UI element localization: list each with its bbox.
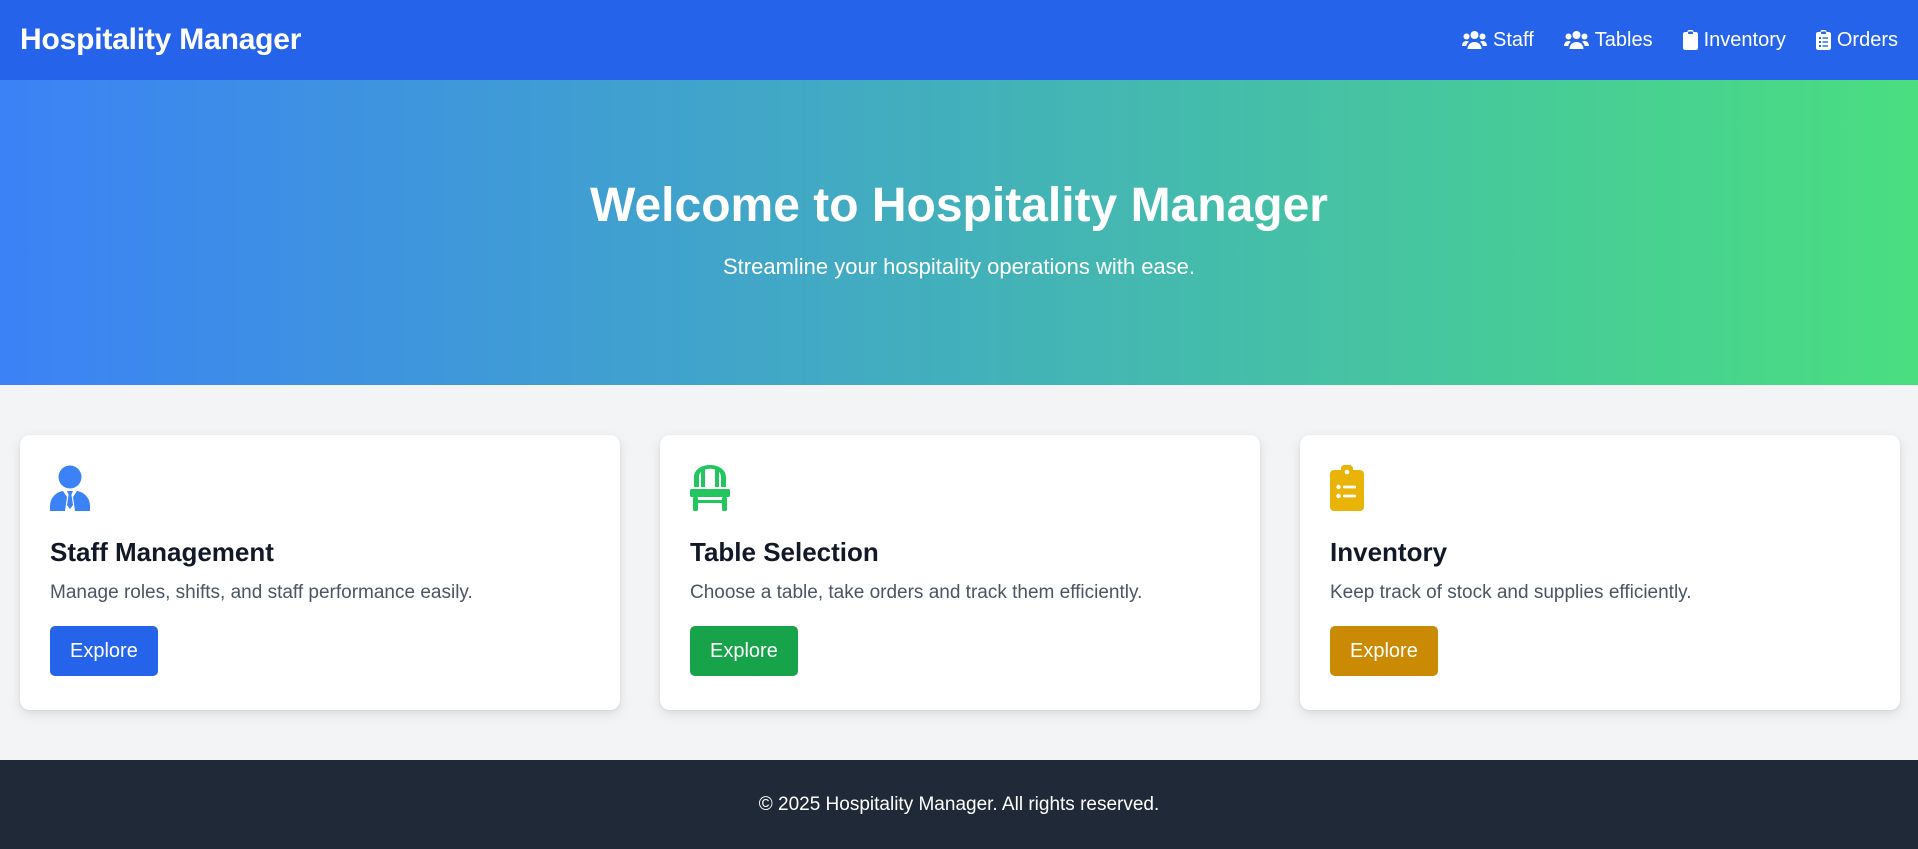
nav-link-staff[interactable]: Staff (1462, 29, 1534, 52)
card-table-selection: Table Selection Choose a table, take ord… (660, 435, 1260, 710)
feature-cards: Staff Management Manage roles, shifts, a… (20, 435, 1900, 710)
card-description: Manage roles, shifts, and staff performa… (50, 582, 473, 603)
users-icon (1462, 30, 1488, 50)
nav-link-tables[interactable]: Tables (1563, 28, 1653, 52)
nav-link-staff-label: Staff (1493, 28, 1534, 51)
nav-link-tables-label: Tables (1594, 28, 1653, 51)
explore-inventory-button[interactable]: Explore (1330, 626, 1438, 676)
explore-staff-button[interactable]: Explore (50, 626, 158, 676)
card-inventory: Inventory Keep track of stock and suppli… (1300, 435, 1900, 710)
chair-icon (690, 465, 1230, 511)
card-title: Inventory (1330, 537, 1448, 567)
card-description: Choose a table, take orders and track th… (690, 582, 1143, 603)
nav-link-orders-label: Orders (1836, 28, 1898, 51)
card-staff-management: Staff Management Manage roles, shifts, a… (20, 435, 620, 710)
nav-link-inventory[interactable]: Inventory (1682, 28, 1786, 52)
hero-banner: Welcome to Hospitality Manager Streamlin… (0, 80, 1918, 385)
nav-link-inventory-label: Inventory (1703, 28, 1786, 51)
clipboard-list-icon (1330, 465, 1870, 511)
page-footer: © 2025 Hospitality Manager. All rights r… (0, 760, 1918, 849)
footer-copyright: © 2025 Hospitality Manager. All rights r… (758, 793, 1160, 815)
clipboard-icon (1682, 30, 1698, 50)
brand-logo-text[interactable]: Hospitality Manager (20, 23, 301, 57)
top-navbar: Hospitality Manager Staff Tables Invento… (0, 0, 1918, 80)
hero-subtitle: Streamline your hospitality operations w… (722, 254, 1196, 279)
card-description: Keep track of stock and supplies efficie… (1330, 582, 1692, 603)
nav-link-orders[interactable]: Orders (1815, 28, 1898, 52)
hero-title: Welcome to Hospitality Manager (590, 179, 1328, 232)
explore-tables-button[interactable]: Explore (690, 626, 798, 676)
main-nav: Staff Tables Inventory Orders (1462, 29, 1898, 52)
users-icon (1563, 30, 1589, 50)
card-title: Table Selection (690, 537, 879, 567)
clipboard-list-icon (1815, 30, 1831, 50)
user-tie-icon (50, 465, 590, 511)
card-title: Staff Management (50, 537, 274, 567)
